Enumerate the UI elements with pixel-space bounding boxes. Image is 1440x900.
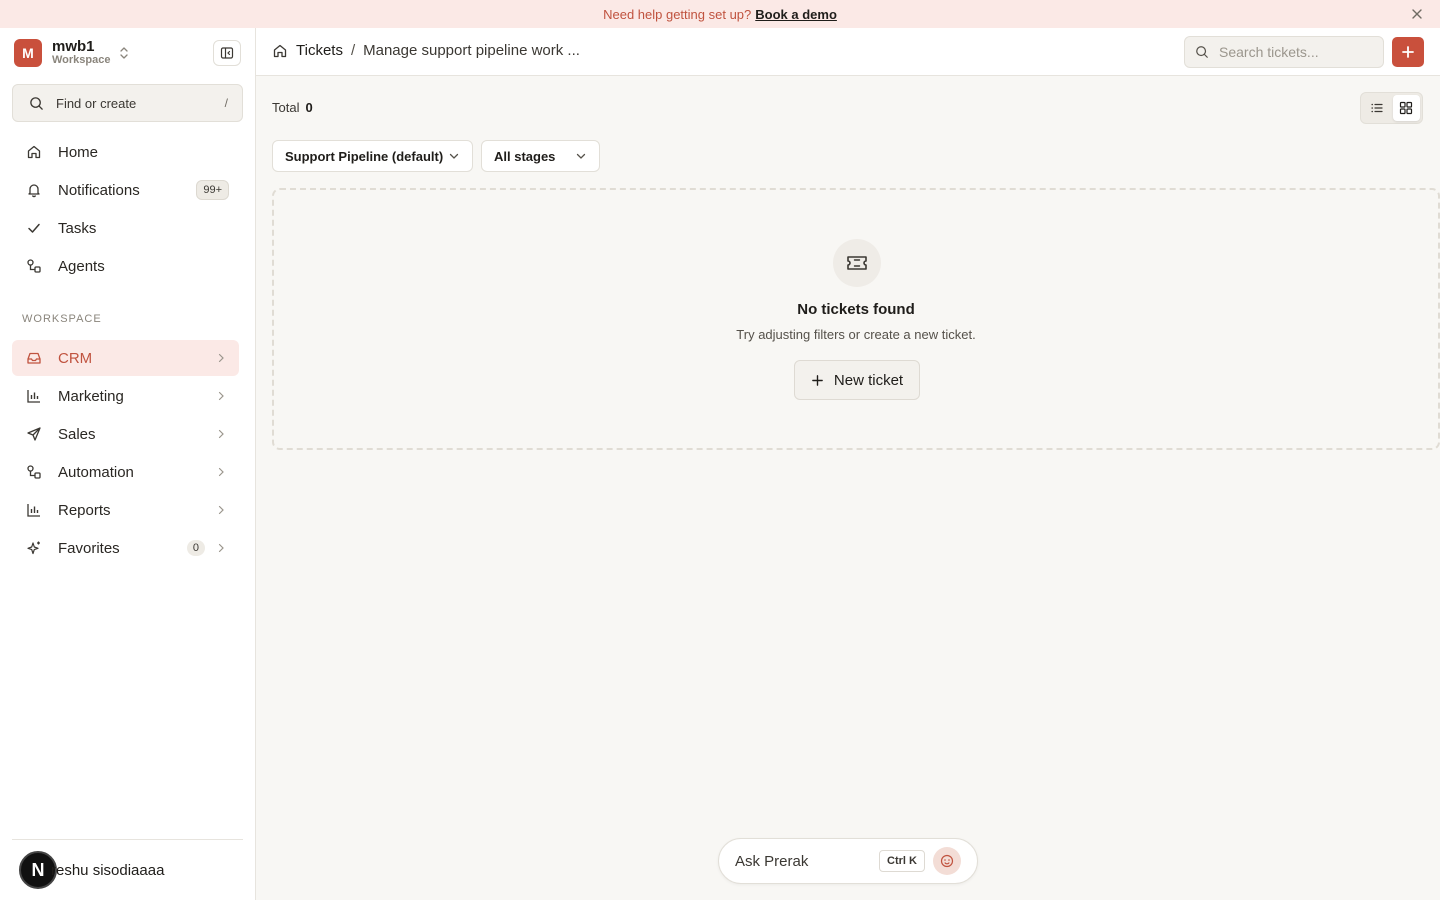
sidebar-item-label: Home bbox=[58, 143, 99, 161]
check-icon bbox=[26, 220, 42, 236]
sidebar-item-label: Tasks bbox=[58, 219, 97, 237]
ask-assistant-input[interactable]: Ask Prerak Ctrl K bbox=[718, 838, 978, 884]
find-or-create-label: Find or create bbox=[56, 95, 137, 111]
chevron-down-icon bbox=[575, 150, 587, 162]
sidebar-item-label: Sales bbox=[58, 425, 96, 443]
collapse-sidebar-button[interactable] bbox=[213, 40, 241, 66]
breadcrumb-tickets[interactable]: Tickets bbox=[296, 42, 343, 59]
breadcrumb-separator: / bbox=[350, 42, 356, 59]
inbox-icon bbox=[26, 350, 42, 366]
chevron-right-icon bbox=[215, 504, 227, 516]
top-bar: Tickets / Manage support pipeline work .… bbox=[256, 28, 1440, 76]
new-ticket-button[interactable]: New ticket bbox=[794, 360, 920, 400]
search-icon bbox=[29, 96, 44, 111]
sidebar-item-reports[interactable]: Reports bbox=[12, 492, 239, 528]
chevron-right-icon bbox=[215, 542, 227, 554]
sidebar-item-label: Reports bbox=[58, 501, 111, 519]
ticket-search[interactable] bbox=[1184, 36, 1384, 68]
workflow-icon bbox=[26, 464, 42, 480]
new-ticket-label: New ticket bbox=[833, 371, 904, 389]
chevron-right-icon bbox=[215, 352, 227, 364]
chevron-right-icon bbox=[215, 428, 227, 440]
favorites-count-badge: 0 bbox=[186, 540, 205, 556]
grid-view-button[interactable] bbox=[1392, 95, 1420, 121]
page-title: Manage support pipeline work ... bbox=[363, 42, 580, 59]
sidebar: M mwb1 Workspace Find or create / Home N… bbox=[0, 28, 256, 900]
add-ticket-button[interactable] bbox=[1392, 37, 1424, 67]
sidebar-item-tasks[interactable]: Tasks bbox=[12, 210, 239, 246]
pipeline-select[interactable]: Support Pipeline (default) bbox=[272, 140, 473, 172]
grid-icon bbox=[1399, 101, 1413, 115]
pipeline-select-value: Support Pipeline (default) bbox=[285, 148, 444, 164]
find-shortcut: / bbox=[224, 96, 228, 110]
plus-icon bbox=[1401, 45, 1415, 59]
ask-shortcut: Ctrl K bbox=[879, 850, 925, 872]
sidebar-item-notifications[interactable]: Notifications 99+ bbox=[12, 172, 239, 208]
sidebar-item-label: Automation bbox=[58, 463, 134, 481]
user-name: reshu sisodiaaaa bbox=[51, 861, 165, 879]
user-menu[interactable]: N reshu sisodiaaaa bbox=[12, 839, 243, 900]
total-label: Total bbox=[272, 100, 300, 115]
view-toggle bbox=[1360, 92, 1423, 124]
sidebar-item-sales[interactable]: Sales bbox=[12, 416, 239, 452]
notifications-count-badge: 99+ bbox=[196, 180, 229, 200]
total-count: Total 0 bbox=[272, 100, 313, 115]
sidebar-item-label: CRM bbox=[58, 349, 93, 367]
breadcrumb: Tickets / Manage support pipeline work .… bbox=[272, 42, 580, 59]
find-or-create-input[interactable]: Find or create / bbox=[12, 84, 243, 122]
search-icon bbox=[1195, 45, 1209, 59]
sidebar-toggle-icon bbox=[220, 46, 234, 60]
book-demo-link[interactable]: Book a demo bbox=[755, 7, 837, 22]
send-icon bbox=[26, 426, 42, 442]
stage-select-value: All stages bbox=[494, 148, 556, 164]
total-value: 0 bbox=[305, 100, 313, 115]
chevron-right-icon bbox=[215, 466, 227, 478]
plus-icon bbox=[812, 374, 823, 386]
setup-banner: Need help getting set up? Book a demo bbox=[0, 0, 1440, 28]
sparkles-icon bbox=[26, 540, 42, 556]
ticket-icon bbox=[833, 239, 881, 287]
banner-text: Need help getting set up? bbox=[603, 6, 752, 22]
bar-chart-icon bbox=[26, 502, 42, 518]
workflow-icon bbox=[26, 258, 42, 274]
chevron-right-icon bbox=[215, 390, 227, 402]
empty-state-subtitle: Try adjusting filters or create a new ti… bbox=[736, 327, 976, 342]
empty-state: No tickets found Try adjusting filters o… bbox=[272, 188, 1440, 450]
sidebar-item-label: Favorites bbox=[58, 539, 120, 557]
bell-icon bbox=[26, 182, 42, 198]
chevron-down-icon bbox=[448, 150, 460, 162]
bar-chart-icon bbox=[26, 388, 42, 404]
sidebar-item-label: Notifications bbox=[58, 181, 140, 199]
sidebar-item-automation[interactable]: Automation bbox=[12, 454, 239, 490]
sidebar-item-home[interactable]: Home bbox=[12, 134, 239, 170]
workspace-switcher[interactable]: M mwb1 Workspace bbox=[14, 38, 242, 68]
workspace-avatar: M bbox=[14, 39, 42, 67]
home-icon[interactable] bbox=[272, 43, 288, 59]
ask-assistant-label: Ask Prerak bbox=[735, 852, 809, 870]
sidebar-item-marketing[interactable]: Marketing bbox=[12, 378, 239, 414]
home-icon bbox=[26, 144, 42, 160]
list-icon bbox=[1370, 101, 1384, 115]
workspace-subtitle: Workspace bbox=[52, 54, 111, 67]
chevrons-up-down-icon bbox=[119, 45, 129, 61]
sidebar-item-crm[interactable]: CRM bbox=[12, 340, 239, 376]
list-view-button[interactable] bbox=[1363, 95, 1391, 121]
empty-state-title: No tickets found bbox=[797, 301, 915, 318]
workspace-section-label: WORKSPACE bbox=[22, 313, 102, 325]
workspace-name: mwb1 bbox=[52, 38, 95, 56]
search-input[interactable] bbox=[1219, 44, 1369, 60]
close-icon[interactable] bbox=[1410, 7, 1424, 21]
sidebar-item-favorites[interactable]: Favorites 0 bbox=[12, 530, 239, 566]
stage-select[interactable]: All stages bbox=[481, 140, 600, 172]
sidebar-item-label: Agents bbox=[58, 257, 105, 275]
assistant-face-icon[interactable] bbox=[933, 847, 961, 875]
sidebar-item-agents[interactable]: Agents bbox=[12, 248, 239, 284]
sidebar-item-label: Marketing bbox=[58, 387, 124, 405]
